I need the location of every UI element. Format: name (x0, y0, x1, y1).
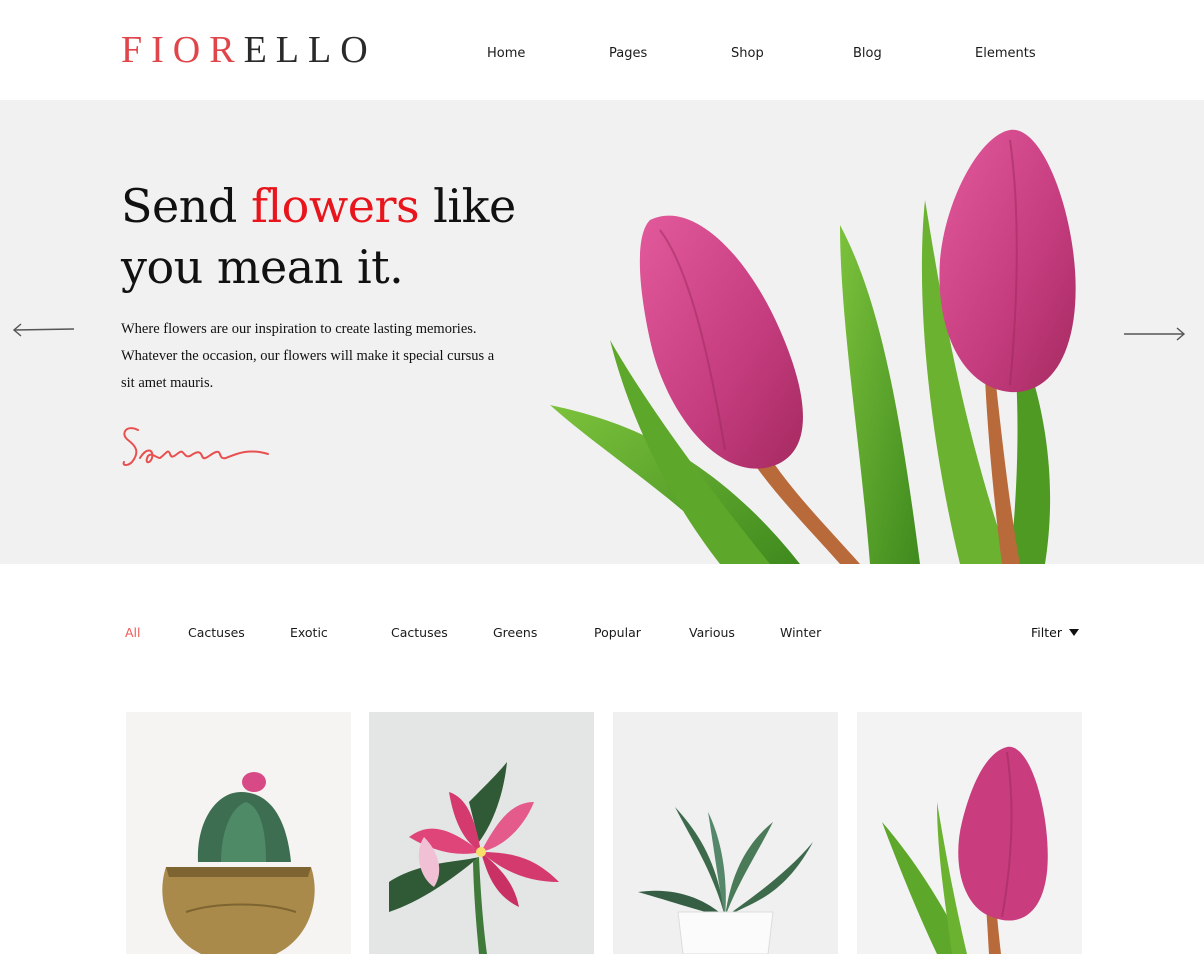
filter-various[interactable]: Various (689, 625, 735, 640)
logo[interactable]: FIORELLO (121, 27, 377, 73)
next-slide-arrow-icon[interactable] (1122, 326, 1186, 342)
site-header: FIORELLO Home Pages Shop Blog Elements (0, 0, 1204, 100)
product-card-cactus[interactable] (126, 712, 351, 954)
filter-dropdown-label: Filter (1031, 625, 1062, 640)
filter-dropdown[interactable]: Filter (1031, 625, 1079, 640)
product-card-tulip[interactable] (857, 712, 1082, 954)
product-card-aloe[interactable] (613, 712, 838, 954)
filter-greens[interactable]: Greens (493, 625, 537, 640)
nav-pages[interactable]: Pages (609, 46, 647, 61)
hero-title-accent: flowers (250, 179, 420, 233)
filter-cactuses-2[interactable]: Cactuses (391, 625, 448, 640)
product-card-lily[interactable] (369, 712, 594, 954)
hero-tulips-image (550, 129, 1076, 564)
prev-slide-arrow-icon[interactable] (12, 322, 76, 338)
aloe-pot-image (638, 807, 813, 954)
hero-title: Send flowers like you mean it. (121, 179, 516, 294)
nav-home[interactable]: Home (487, 46, 525, 61)
nav-blog[interactable]: Blog (853, 46, 882, 61)
lily-image (389, 762, 559, 954)
hero-section: Send flowers like you mean it. Where flo… (0, 100, 1204, 564)
filter-all[interactable]: All (125, 625, 141, 640)
caret-down-icon (1068, 629, 1079, 636)
signature (122, 427, 269, 466)
logo-part-accent: FIOR (121, 29, 244, 71)
nav-shop[interactable]: Shop (731, 46, 764, 61)
filter-cactuses[interactable]: Cactuses (188, 625, 245, 640)
filter-exotic[interactable]: Exotic (290, 625, 328, 640)
hero-description: Where flowers are our inspiration to cre… (121, 321, 495, 391)
filter-popular[interactable]: Popular (594, 625, 641, 640)
cactus-pot-image (162, 772, 315, 954)
logo-part-dark: ELLO (243, 29, 377, 71)
filter-winter[interactable]: Winter (780, 625, 821, 640)
tulip-image (882, 746, 1048, 954)
nav-elements[interactable]: Elements (975, 46, 1036, 61)
